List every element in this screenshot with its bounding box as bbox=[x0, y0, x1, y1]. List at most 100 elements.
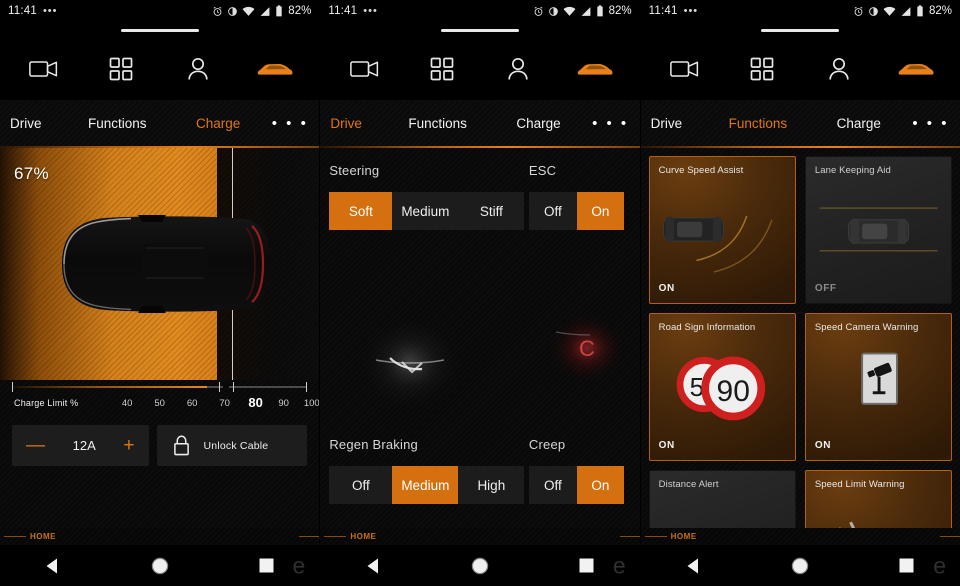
car-icon[interactable] bbox=[236, 38, 313, 100]
unlock-cable-button[interactable]: Unlock Cable bbox=[156, 425, 308, 466]
esc-title: ESC bbox=[528, 163, 557, 178]
back-button[interactable] bbox=[0, 545, 106, 586]
battery-icon bbox=[596, 5, 603, 17]
home-indicator-bar: HOME bbox=[320, 528, 640, 545]
function-card-grid: Curve Speed Assist ON Lane Keeping Aid O… bbox=[648, 156, 952, 586]
brightness-icon bbox=[869, 6, 878, 16]
charge-limit-slider[interactable] bbox=[12, 380, 308, 396]
top-icon-row bbox=[640, 38, 960, 100]
amperage-decrease-button[interactable]: — bbox=[26, 436, 45, 455]
edge-browser-icon[interactable]: e bbox=[293, 554, 306, 577]
slider-handle-left[interactable] bbox=[219, 382, 221, 392]
home-label[interactable]: HOME bbox=[30, 532, 56, 541]
regen-option-medium[interactable]: Medium bbox=[392, 466, 459, 504]
tab-functions[interactable]: Functions bbox=[406, 116, 469, 131]
alarm-icon bbox=[213, 6, 222, 16]
status-time: 11:41 bbox=[648, 5, 678, 17]
back-button[interactable] bbox=[320, 545, 426, 586]
panel-functions: 11:41 ••• 82% Drive Functions Charge • •… bbox=[640, 0, 960, 586]
home-rule-left bbox=[4, 536, 26, 537]
steering-option-stiff[interactable]: Stiff bbox=[458, 192, 525, 230]
edge-browser-icon[interactable]: e bbox=[933, 554, 946, 577]
tab-charge[interactable]: Charge bbox=[194, 116, 242, 131]
drag-handle[interactable] bbox=[120, 28, 199, 32]
tab-charge[interactable]: Charge bbox=[514, 116, 562, 131]
tab-more-button[interactable]: • • • bbox=[592, 116, 629, 131]
creep-option-off[interactable]: Off bbox=[528, 466, 577, 504]
home-rule-left bbox=[644, 536, 667, 537]
wifi-icon bbox=[242, 6, 255, 16]
esc-option-off[interactable]: Off bbox=[528, 192, 577, 230]
tab-functions[interactable]: Functions bbox=[727, 116, 790, 131]
car-top-view-illustration bbox=[61, 215, 270, 313]
tab-more-button[interactable]: • • • bbox=[272, 116, 309, 131]
drag-handle-wrap[interactable] bbox=[640, 22, 960, 38]
amperage-stepper[interactable]: — 12A + bbox=[12, 425, 149, 466]
car-icon[interactable] bbox=[557, 38, 634, 100]
dashcam-icon[interactable] bbox=[647, 38, 724, 100]
drag-handle[interactable] bbox=[761, 28, 840, 32]
scale-tick-70: 70 bbox=[219, 398, 230, 409]
regen-title-wrap: Regen Braking bbox=[320, 436, 529, 454]
battery-percent: 82% bbox=[928, 5, 952, 17]
tab-more-button[interactable]: • • • bbox=[912, 116, 949, 131]
tab-charge[interactable]: Charge bbox=[835, 116, 883, 131]
dashcam-icon[interactable] bbox=[326, 38, 403, 100]
card-state: ON bbox=[658, 283, 675, 294]
drag-handle[interactable] bbox=[440, 28, 519, 32]
esc-segmented-control: Off On bbox=[528, 192, 640, 230]
card-title: Lane Keeping Aid bbox=[814, 165, 891, 176]
wifi-icon bbox=[883, 6, 896, 16]
drag-handle-wrap[interactable] bbox=[0, 22, 320, 38]
home-button[interactable] bbox=[427, 545, 533, 586]
home-rule-right bbox=[299, 536, 320, 537]
dashcam-icon[interactable] bbox=[6, 38, 83, 100]
apps-grid-icon[interactable] bbox=[403, 38, 480, 100]
tab-drive[interactable]: Drive bbox=[328, 116, 364, 131]
slider-end-tick bbox=[306, 382, 308, 392]
apps-grid-icon[interactable] bbox=[723, 38, 800, 100]
esc-option-on[interactable]: On bbox=[576, 192, 624, 230]
creep-segmented-control: Off On bbox=[528, 466, 640, 504]
status-time: 11:41 bbox=[328, 5, 358, 17]
home-button[interactable] bbox=[106, 545, 212, 586]
regen-option-off[interactable]: Off bbox=[329, 466, 393, 504]
esc-warning-glow-illustration: C bbox=[545, 310, 630, 386]
tab-drive[interactable]: Drive bbox=[649, 116, 685, 131]
amperage-value: 12A bbox=[72, 438, 96, 453]
car-icon[interactable] bbox=[877, 38, 954, 100]
profile-icon[interactable] bbox=[480, 38, 557, 100]
home-label[interactable]: HOME bbox=[671, 532, 697, 541]
status-overflow-dots: ••• bbox=[683, 5, 699, 17]
back-button[interactable] bbox=[641, 545, 747, 586]
brightness-icon bbox=[228, 6, 238, 16]
steering-option-medium[interactable]: Medium bbox=[392, 192, 459, 230]
tab-bar-charge: Drive Functions Charge • • • bbox=[0, 100, 320, 146]
home-label[interactable]: HOME bbox=[350, 532, 376, 541]
regen-option-high[interactable]: High bbox=[458, 466, 525, 504]
edge-browser-icon[interactable]: e bbox=[613, 554, 626, 577]
profile-icon[interactable] bbox=[160, 38, 237, 100]
tab-drive[interactable]: Drive bbox=[8, 116, 44, 131]
creep-option-on[interactable]: On bbox=[576, 466, 624, 504]
scale-tick-60: 60 bbox=[186, 398, 198, 409]
tab-functions[interactable]: Functions bbox=[86, 116, 149, 131]
card-speed-camera-warning[interactable]: Speed Camera Warning ON bbox=[804, 313, 952, 461]
steering-option-soft[interactable]: Soft bbox=[329, 192, 393, 230]
signal-icon bbox=[581, 6, 591, 16]
home-button[interactable] bbox=[747, 545, 853, 586]
card-lane-keeping-aid[interactable]: Lane Keeping Aid OFF bbox=[804, 156, 952, 304]
curve-speed-assist-art bbox=[662, 215, 773, 273]
card-road-sign-information[interactable]: Road Sign Information 50 90 ON bbox=[648, 313, 796, 461]
profile-icon[interactable] bbox=[800, 38, 877, 100]
scale-tick-90: 90 bbox=[278, 398, 289, 409]
card-curve-speed-assist[interactable]: Curve Speed Assist ON bbox=[648, 156, 796, 304]
charge-controls-row: — 12A + Unlock Cable bbox=[12, 425, 308, 466]
apps-grid-icon[interactable] bbox=[83, 38, 160, 100]
slider-handle-right[interactable] bbox=[232, 382, 234, 392]
amperage-increase-button[interactable]: + bbox=[123, 436, 134, 455]
drag-handle-wrap[interactable] bbox=[320, 22, 640, 38]
card-title: Speed Camera Warning bbox=[814, 322, 919, 333]
home-rule-right bbox=[619, 536, 640, 537]
panel-drive: 11:41 ••• 82% Drive Functions Charge • •… bbox=[320, 0, 641, 586]
